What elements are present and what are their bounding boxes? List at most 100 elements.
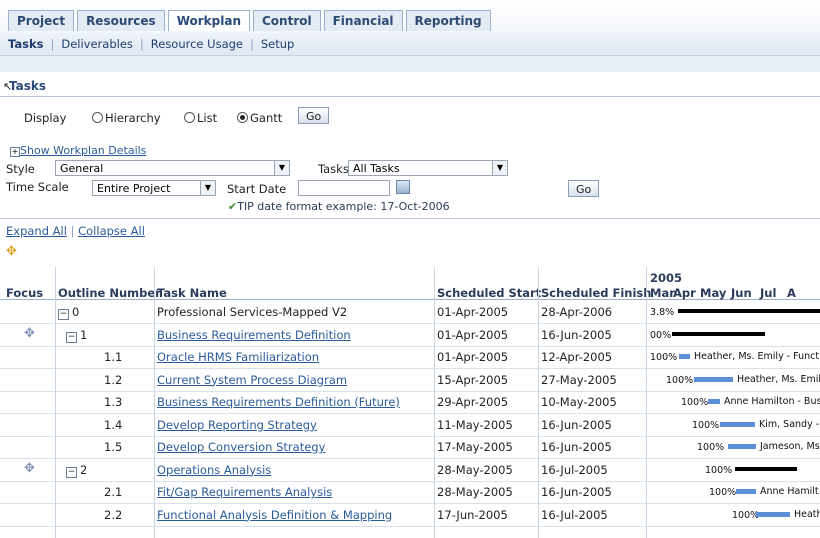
tasks-label: Tasks [318, 162, 349, 176]
table-row: −0 Professional Services-Mapped V2 01-Apr-… [0, 301, 820, 324]
divider [0, 218, 820, 219]
collapse-all-link[interactable]: Collapse All [78, 224, 145, 238]
start-date-input[interactable] [298, 180, 390, 196]
gantt-resource-label: Heather, Ms. Emil [737, 373, 820, 385]
column-divider [646, 267, 647, 538]
chevron-down-icon: ▼ [274, 161, 289, 175]
start-date-label: Start Date [227, 182, 287, 196]
task-name-link[interactable]: Fit/Gap Requirements Analysis [157, 485, 332, 499]
outline-number[interactable]: −1 [66, 328, 87, 343]
gantt-task-bar[interactable] [736, 489, 756, 494]
col-header-focus: Focus [6, 286, 44, 300]
outline-number: 1.5 [104, 440, 123, 454]
time-scale-label: Time Scale [6, 180, 69, 194]
col-header-outline: Outline Number [58, 286, 161, 300]
task-name-link[interactable]: Develop Conversion Strategy [157, 440, 325, 454]
expand-collapse-links: Expand All | Collapse All [6, 224, 145, 238]
gantt-resource-label: Kim, Sandy - [759, 418, 820, 430]
scheduled-finish: 10-May-2005 [541, 395, 617, 409]
gantt-task-bar[interactable] [720, 421, 755, 427]
outline-number[interactable]: −2 [66, 463, 87, 478]
scheduled-finish: 12-Apr-2005 [541, 350, 613, 364]
focus-crosshair-icon[interactable]: ✥ [6, 244, 17, 259]
task-name-link[interactable]: Develop Reporting Strategy [157, 418, 317, 432]
scheduled-start: 15-Apr-2005 [437, 372, 509, 387]
tab-control[interactable]: Control [252, 10, 321, 31]
radio-list[interactable]: List [184, 111, 217, 125]
gantt-task-bar[interactable] [694, 376, 733, 382]
subtab-resource-usage[interactable]: Resource Usage [151, 33, 243, 55]
collapse-minus-icon[interactable]: − [58, 309, 69, 320]
task-name-link[interactable]: Oracle HRMS Familiarization [157, 350, 319, 364]
subtab-deliverables[interactable]: Deliverables [61, 33, 133, 55]
task-name-link[interactable]: Current System Process Diagram [157, 373, 347, 387]
collapse-minus-icon[interactable]: − [66, 331, 77, 343]
display-label: Display [24, 111, 67, 125]
gantt-month-label: Apr [673, 286, 696, 300]
display-go-button[interactable]: Go [298, 107, 330, 124]
section-title: Tasks [9, 79, 47, 93]
gantt-percent-label: 00% [650, 329, 672, 341]
style-select[interactable]: General ▼ [55, 160, 290, 176]
collapse-minus-icon[interactable]: − [66, 466, 77, 478]
scheduled-start: 17-May-2005 [437, 440, 513, 454]
task-name-link[interactable]: Operations Analysis [157, 463, 271, 477]
table-row: ✥ −2 Operations Analysis 28-May-2005 16-Jul-… [0, 459, 820, 482]
task-name-link[interactable]: Functional Analysis Definition & Mapping [157, 508, 392, 522]
expand-plus-icon: + [10, 147, 20, 157]
gantt-percent-label: 100% [692, 419, 720, 431]
column-divider [55, 267, 56, 538]
table-row: 1.5 Develop Conversion Strategy 17-May-200… [0, 436, 820, 459]
subtab-tasks[interactable]: Tasks [0, 33, 43, 55]
scheduled-start: 28-May-2005 [437, 485, 513, 499]
gantt-summary-bar[interactable] [672, 331, 765, 336]
tab-financial[interactable]: Financial [323, 10, 403, 31]
gantt-percent-label: 3.8% [650, 307, 675, 318]
radio-hierarchy[interactable]: Hierarchy [92, 111, 161, 125]
gantt-percent-label: 100% [650, 352, 678, 363]
gantt-resource-label: Jameson, Ms [760, 441, 820, 452]
gantt-task-bar[interactable] [708, 399, 720, 404]
time-scale-select[interactable]: Entire Project ▼ [92, 180, 216, 196]
top-tab-bar: Project Resources Workplan Control Finan… [0, 0, 820, 33]
focus-icon[interactable]: ✥ [24, 326, 35, 341]
scheduled-start: 29-Apr-2005 [437, 395, 509, 409]
show-details-link[interactable]: + Show Workplan Details [10, 144, 146, 157]
table-row: 1.4 Develop Reporting Strategy 11-May-2005… [0, 414, 820, 437]
outline-number[interactable]: −0 [58, 305, 79, 320]
gantt-month-label: A [787, 286, 796, 300]
scheduled-finish: 27-May-2005 [541, 372, 617, 387]
tab-project[interactable]: Project [8, 10, 75, 31]
task-name-link[interactable]: Business Requirements Definition [157, 328, 351, 342]
date-format-tip: ✔TIP date format example: 17-Oct-2006 [228, 200, 450, 213]
column-divider [538, 267, 539, 538]
tasks-select[interactable]: All Tasks ▼ [348, 160, 508, 176]
calendar-icon[interactable] [396, 180, 410, 194]
table-row: 2.1 Fit/Gap Requirements Analysis 28-May-2… [0, 481, 820, 504]
expand-all-link[interactable]: Expand All [6, 224, 67, 238]
tab-reporting[interactable]: Reporting [405, 10, 491, 31]
scheduled-start: 01-Apr-2005 [437, 327, 509, 342]
scheduled-start: 28-May-2005 [437, 462, 513, 477]
gantt-summary-bar[interactable] [678, 309, 820, 313]
gantt-resource-label: Heather, Ms. Emily - Functio [694, 351, 820, 362]
radio-selected-icon [237, 112, 248, 123]
style-label: Style [6, 162, 35, 176]
time-scale-go-button[interactable]: Go [568, 180, 600, 197]
scheduled-start: 11-May-2005 [437, 417, 513, 432]
gantt-month-label: May [700, 286, 727, 300]
chevron-down-icon: ▼ [492, 161, 507, 175]
gantt-summary-bar[interactable] [735, 466, 797, 471]
tab-resources[interactable]: Resources [77, 10, 165, 31]
subtab-setup[interactable]: Setup [261, 33, 294, 55]
gantt-task-bar[interactable] [728, 444, 756, 449]
tab-workplan[interactable]: Workplan [167, 10, 250, 31]
col-header-finish: Scheduled Finish [541, 286, 652, 300]
gantt-percent-label: 100% [697, 442, 725, 453]
focus-icon[interactable]: ✥ [24, 461, 35, 476]
table-row: 1.3 Business Requirements Definition (Fut… [0, 391, 820, 414]
gantt-task-bar[interactable] [679, 354, 690, 359]
task-name-link[interactable]: Business Requirements Definition (Future… [157, 395, 400, 409]
radio-gantt[interactable]: Gantt [237, 111, 282, 125]
gantt-task-bar[interactable] [756, 511, 790, 517]
